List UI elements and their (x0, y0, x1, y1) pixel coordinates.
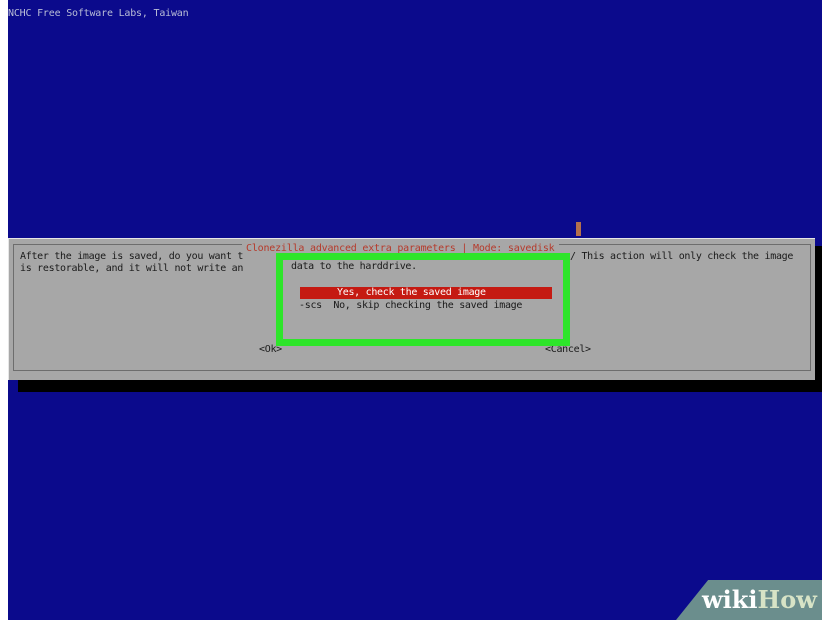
option-no-skip[interactable]: -scs No, skip checking the saved image (299, 300, 522, 312)
option-no-tag: -scs (299, 300, 322, 311)
wikihow-logo: wikiHow (702, 585, 817, 615)
top-banner: NCHC Free Software Labs, Taiwan (8, 8, 189, 19)
wikihow-logo-how: How (757, 585, 817, 614)
option-yes-label: Yes, check the saved image (337, 287, 486, 298)
dialog-text-continued: data to the harddrive. (291, 261, 417, 272)
terminal-screen: NCHC Free Software Labs, Taiwan Clonezil… (8, 0, 822, 620)
option-yes-check[interactable]: Yes, check the saved image (300, 287, 552, 299)
highlight-box: data to the harddrive. Yes, check the sa… (276, 253, 570, 346)
option-no-label: No, skip checking the saved image (333, 300, 523, 311)
text-cursor (576, 222, 581, 236)
dialog-text-line2-left: is restorable, and it will not write an (20, 263, 244, 274)
dialog-text-line1-right: / This action will only check the image (570, 251, 794, 262)
wikihow-logo-wiki: wiki (702, 585, 758, 614)
dialog-text-line1-left: After the image is saved, do you want t (20, 251, 244, 262)
